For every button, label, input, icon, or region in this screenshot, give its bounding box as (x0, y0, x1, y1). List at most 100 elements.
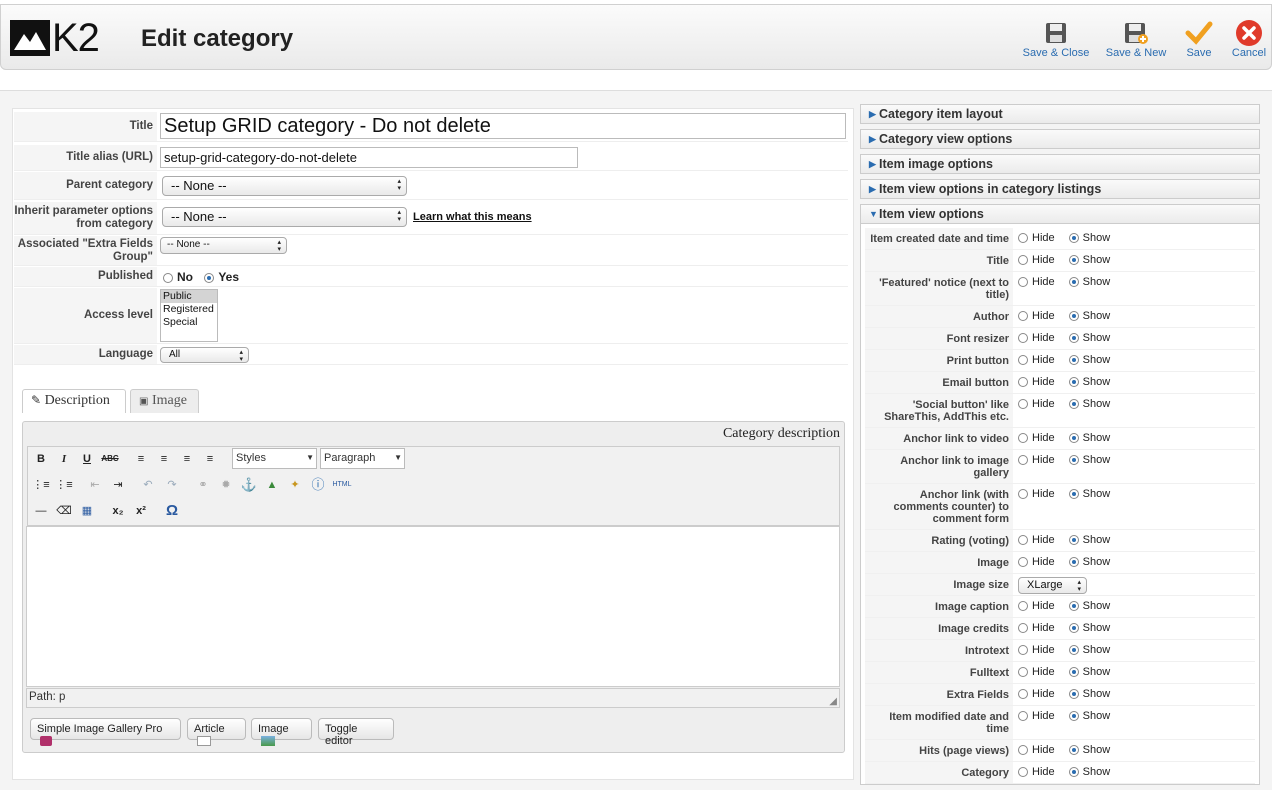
published-no-radio[interactable] (163, 272, 173, 283)
show-radio[interactable] (1068, 535, 1079, 546)
cleanup-icon[interactable]: ✦ (286, 476, 304, 494)
hide-radio[interactable] (1018, 623, 1028, 634)
hide-radio[interactable] (1018, 355, 1028, 366)
access-option-registered[interactable]: Registered (161, 303, 217, 316)
show-radio[interactable] (1068, 645, 1079, 656)
save-close-button[interactable]: Save & Close (1019, 19, 1093, 59)
html-source-button[interactable]: HTML (332, 476, 352, 494)
table-icon[interactable]: ▦ (78, 502, 96, 520)
insert-image-icon[interactable]: ▲ (263, 476, 281, 494)
show-radio[interactable] (1068, 433, 1079, 444)
hide-radio[interactable] (1018, 255, 1028, 266)
show-radio[interactable] (1068, 333, 1079, 344)
show-radio[interactable] (1068, 689, 1079, 700)
show-radio[interactable] (1068, 601, 1079, 612)
show-radio[interactable] (1068, 667, 1079, 678)
unlink-icon[interactable]: ✹ (217, 476, 235, 494)
subscript-icon[interactable]: x₂ (109, 502, 127, 520)
tab-image[interactable]: ▣ Image (130, 389, 199, 413)
hide-radio[interactable] (1018, 535, 1028, 546)
extra-fields-select[interactable]: -- None -- (160, 237, 287, 254)
tab-description[interactable]: ✎ Description (22, 389, 126, 413)
hide-radio[interactable] (1018, 377, 1028, 388)
hide-radio[interactable] (1018, 399, 1028, 410)
alias-input[interactable]: setup-grid-category-do-not-delete (160, 147, 578, 168)
access-listbox[interactable]: Public Registered Special (160, 289, 218, 342)
paragraph-select[interactable]: Paragraph ▼ (320, 448, 405, 469)
hide-radio[interactable] (1018, 667, 1028, 678)
image-size-select[interactable]: XLarge (1018, 577, 1087, 594)
hide-radio[interactable] (1018, 767, 1028, 778)
image-button[interactable]: Image (251, 718, 312, 747)
show-radio[interactable] (1068, 277, 1079, 288)
parent-select[interactable]: -- None -- (162, 176, 407, 196)
title-input[interactable]: Setup GRID category - Do not delete (160, 113, 846, 139)
accordion-item-view-listings[interactable]: ▶ Item view options in category listings (860, 179, 1260, 199)
access-option-special[interactable]: Special (161, 316, 217, 329)
published-yes-radio[interactable] (204, 272, 215, 283)
bullet-list-icon[interactable]: ⋮≡ (32, 476, 50, 494)
cancel-button[interactable]: Cancel (1229, 19, 1269, 59)
help-icon[interactable]: ⓘ (309, 476, 327, 494)
hide-radio[interactable] (1018, 489, 1028, 500)
superscript-icon[interactable]: x² (132, 502, 150, 520)
horizontal-rule-icon[interactable]: — (32, 502, 50, 520)
link-icon[interactable]: ⚭ (194, 476, 212, 494)
undo-icon[interactable]: ↶ (139, 476, 157, 494)
italic-button[interactable]: I (55, 450, 73, 468)
align-right-icon[interactable]: ≡ (178, 450, 196, 468)
show-radio[interactable] (1068, 557, 1079, 568)
hide-radio[interactable] (1018, 333, 1028, 344)
show-radio[interactable] (1068, 377, 1079, 388)
show-radio[interactable] (1068, 489, 1079, 500)
accordion-item-view-options[interactable]: ▼ Item view options (860, 204, 1260, 224)
show-radio[interactable] (1068, 745, 1079, 756)
hide-radio[interactable] (1018, 711, 1028, 722)
show-radio[interactable] (1068, 399, 1079, 410)
hide-radio[interactable] (1018, 645, 1028, 656)
hide-radio[interactable] (1018, 689, 1028, 700)
align-left-icon[interactable]: ≡ (132, 450, 150, 468)
show-radio[interactable] (1068, 711, 1079, 722)
show-radio[interactable] (1068, 311, 1079, 322)
align-center-icon[interactable]: ≡ (155, 450, 173, 468)
underline-button[interactable]: U (78, 450, 96, 468)
resize-handle-icon[interactable]: ◢ (829, 696, 837, 707)
strikethrough-button[interactable]: ABC (101, 450, 119, 468)
language-select[interactable]: All (160, 347, 249, 363)
outdent-icon[interactable]: ⇤ (86, 476, 104, 494)
indent-icon[interactable]: ⇥ (109, 476, 127, 494)
article-button[interactable]: Article (187, 718, 246, 747)
show-radio[interactable] (1068, 455, 1079, 466)
hide-radio[interactable] (1018, 601, 1028, 612)
justify-icon[interactable]: ≡ (201, 450, 219, 468)
save-button[interactable]: Save (1181, 19, 1217, 59)
show-radio[interactable] (1068, 355, 1079, 366)
toggle-editor-button[interactable]: Toggle editor (318, 718, 394, 747)
access-option-public[interactable]: Public (161, 290, 217, 303)
numbered-list-icon[interactable]: ⋮≡ (55, 476, 73, 494)
accordion-category-item-layout[interactable]: ▶ Category item layout (860, 104, 1260, 124)
show-radio[interactable] (1068, 233, 1079, 244)
redo-icon[interactable]: ↷ (163, 476, 181, 494)
bold-button[interactable]: B (32, 450, 50, 468)
hide-radio[interactable] (1018, 455, 1028, 466)
hide-radio[interactable] (1018, 233, 1028, 244)
special-char-icon[interactable]: Ω (163, 502, 181, 520)
show-radio[interactable] (1068, 623, 1079, 634)
hide-radio[interactable] (1018, 277, 1028, 288)
styles-select[interactable]: Styles ▼ (232, 448, 317, 469)
image-gallery-button[interactable]: Simple Image Gallery Pro (30, 718, 181, 747)
accordion-item-image-options[interactable]: ▶ Item image options (860, 154, 1260, 174)
learn-more-link[interactable]: Learn what this means (413, 211, 532, 223)
editor-text-area[interactable] (26, 526, 840, 687)
hide-radio[interactable] (1018, 557, 1028, 568)
remove-format-icon[interactable]: ⌫ (55, 502, 73, 520)
save-new-button[interactable]: Save & New (1101, 19, 1171, 59)
show-radio[interactable] (1068, 255, 1079, 266)
inherit-select[interactable]: -- None -- (162, 207, 407, 227)
anchor-icon[interactable]: ⚓ (240, 476, 258, 494)
show-radio[interactable] (1068, 767, 1079, 778)
hide-radio[interactable] (1018, 311, 1028, 322)
hide-radio[interactable] (1018, 745, 1028, 756)
